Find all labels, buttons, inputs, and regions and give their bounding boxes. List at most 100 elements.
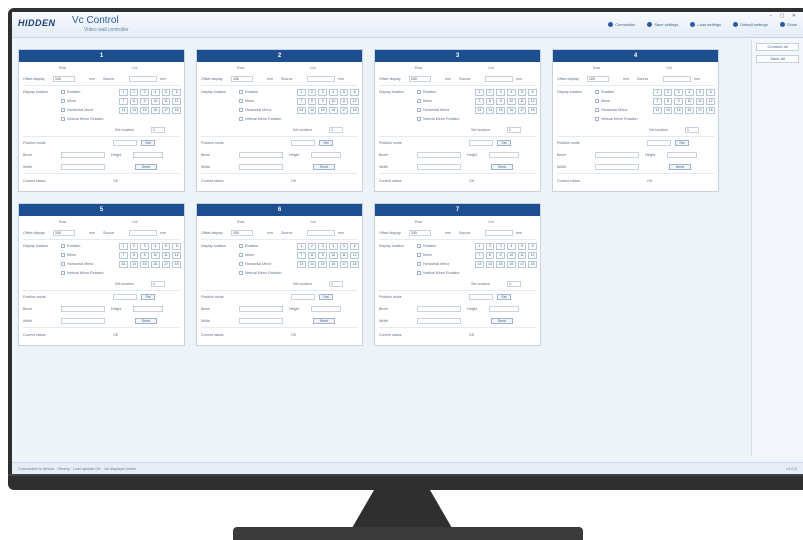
grid-cell[interactable]: 4 (685, 89, 694, 96)
grid-cell[interactable]: 5 (161, 89, 171, 96)
grid-cell[interactable]: 17 (161, 261, 171, 268)
offset-input[interactable]: 100 (53, 230, 75, 236)
toolbar-button[interactable]: Close (778, 20, 799, 29)
grid-cell[interactable]: 8 (307, 252, 317, 259)
height-input[interactable] (489, 152, 519, 158)
toolbar-button[interactable]: Load settings (688, 20, 723, 29)
source-input[interactable] (485, 230, 513, 236)
option-checkbox[interactable] (239, 262, 243, 266)
option-checkbox[interactable] (417, 262, 421, 266)
grid-cell[interactable]: 3 (674, 89, 683, 96)
grid-cell[interactable]: 12 (172, 252, 181, 259)
source-input[interactable] (663, 76, 691, 82)
grid-cell[interactable]: 2 (485, 89, 495, 96)
offset-input[interactable]: 100 (231, 76, 253, 82)
grid-cell[interactable]: 9 (674, 98, 683, 105)
grid-cell[interactable]: 4 (507, 243, 516, 250)
option-checkbox[interactable] (239, 108, 243, 112)
grid-cell[interactable]: 12 (350, 252, 359, 259)
option-checkbox[interactable] (239, 99, 243, 103)
grid-cell[interactable]: 17 (517, 107, 527, 114)
grid-cell[interactable]: 7 (297, 98, 306, 105)
bezel-input[interactable] (239, 152, 283, 158)
grid-cell[interactable]: 10 (329, 252, 338, 259)
grid-cell[interactable]: 6 (528, 243, 537, 250)
grid-cell[interactable]: 1 (475, 243, 484, 250)
position-set-button[interactable]: Set (319, 140, 333, 146)
position-input[interactable] (291, 140, 315, 146)
grid-cell[interactable]: 6 (350, 243, 359, 250)
grid-cell[interactable]: 18 (350, 107, 359, 114)
option-checkbox[interactable] (61, 253, 65, 257)
grid-cell[interactable]: 11 (517, 252, 527, 259)
grid-cell[interactable]: 16 (329, 107, 338, 114)
grid-cell[interactable]: 11 (695, 98, 705, 105)
grid-cell[interactable]: 5 (339, 89, 349, 96)
grid-cell[interactable]: 5 (517, 89, 527, 96)
grid-cell[interactable]: 13 (653, 107, 662, 114)
grid-cell[interactable]: 5 (161, 243, 171, 250)
width-input[interactable] (61, 318, 105, 324)
grid-cell[interactable]: 9 (496, 252, 505, 259)
toolbar-button[interactable]: Connection (606, 20, 637, 29)
option-checkbox[interactable] (239, 271, 243, 275)
set-location-input[interactable]: 1 (329, 127, 343, 133)
grid-cell[interactable]: 10 (507, 252, 516, 259)
grid-cell[interactable]: 11 (161, 252, 171, 259)
position-input[interactable] (469, 140, 493, 146)
window-controls[interactable]: – ▢ ✕ (770, 13, 799, 19)
position-set-button[interactable]: Set (141, 140, 155, 146)
grid-cell[interactable]: 2 (129, 89, 139, 96)
option-checkbox[interactable] (239, 244, 243, 248)
height-input[interactable] (667, 152, 697, 158)
source-input[interactable] (129, 76, 157, 82)
option-checkbox[interactable] (595, 108, 599, 112)
grid-cell[interactable]: 17 (339, 107, 349, 114)
grid-cell[interactable]: 8 (485, 98, 495, 105)
option-checkbox[interactable] (239, 117, 243, 121)
grid-cell[interactable]: 8 (129, 252, 139, 259)
grid-cell[interactable]: 18 (172, 107, 181, 114)
grid-cell[interactable]: 4 (329, 89, 338, 96)
option-checkbox[interactable] (61, 108, 65, 112)
grid-cell[interactable]: 15 (496, 107, 505, 114)
bezel-input[interactable] (417, 306, 461, 312)
option-checkbox[interactable] (417, 117, 421, 121)
grid-cell[interactable]: 8 (663, 98, 673, 105)
option-checkbox[interactable] (61, 244, 65, 248)
grid-cell[interactable]: 10 (151, 252, 160, 259)
grid-cell[interactable]: 9 (496, 98, 505, 105)
grid-cell[interactable]: 7 (119, 98, 128, 105)
position-set-button[interactable]: Set (497, 294, 511, 300)
option-checkbox[interactable] (595, 90, 599, 94)
bezel-input[interactable] (61, 152, 105, 158)
grid-cell[interactable]: 18 (528, 107, 537, 114)
grid-cell[interactable]: 9 (140, 98, 149, 105)
grid-cell[interactable]: 2 (485, 243, 495, 250)
grid-cell[interactable]: 3 (496, 89, 505, 96)
height-input[interactable] (133, 152, 163, 158)
grid-cell[interactable]: 3 (496, 243, 505, 250)
grid-cell[interactable]: 8 (307, 98, 317, 105)
send-button[interactable]: Send (135, 164, 157, 170)
grid-cell[interactable]: 2 (307, 243, 317, 250)
grid-cell[interactable]: 13 (297, 261, 306, 268)
grid-cell[interactable]: 6 (528, 89, 537, 96)
grid-cell[interactable]: 15 (496, 261, 505, 268)
grid-cell[interactable]: 3 (318, 89, 327, 96)
bezel-input[interactable] (417, 152, 461, 158)
grid-cell[interactable]: 4 (151, 243, 160, 250)
offset-input[interactable]: 100 (409, 230, 431, 236)
grid-cell[interactable]: 7 (475, 98, 484, 105)
position-input[interactable] (469, 294, 493, 300)
grid-cell[interactable]: 18 (528, 261, 537, 268)
offset-input[interactable]: 100 (231, 230, 253, 236)
grid-cell[interactable]: 14 (307, 107, 317, 114)
toolbar-button[interactable]: Default settings (731, 20, 770, 29)
send-button[interactable]: Send (491, 164, 513, 170)
grid-cell[interactable]: 12 (706, 98, 715, 105)
send-button[interactable]: Send (313, 318, 335, 324)
offset-input[interactable]: 100 (587, 76, 609, 82)
option-checkbox[interactable] (239, 253, 243, 257)
source-input[interactable] (307, 230, 335, 236)
